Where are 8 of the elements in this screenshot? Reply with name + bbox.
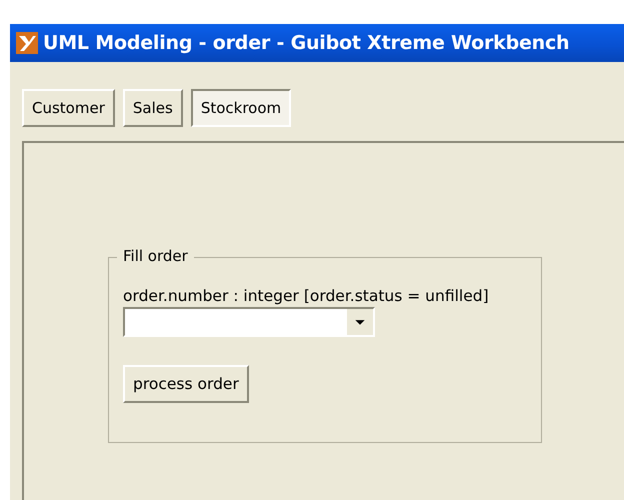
field-label: order.number : integer [order.status = unfilled] [123, 287, 489, 305]
app-logo-icon [16, 32, 38, 54]
dropdown-field[interactable] [123, 307, 375, 337]
process-order-button[interactable]: process order [123, 365, 249, 403]
window-title: UML Modeling - order - Guibot Xtreme Workbench [43, 32, 570, 54]
tab[interactable]: Stockroom [190, 89, 292, 127]
tab[interactable]: Customer [22, 89, 115, 127]
tab[interactable]: Sales [122, 89, 183, 127]
